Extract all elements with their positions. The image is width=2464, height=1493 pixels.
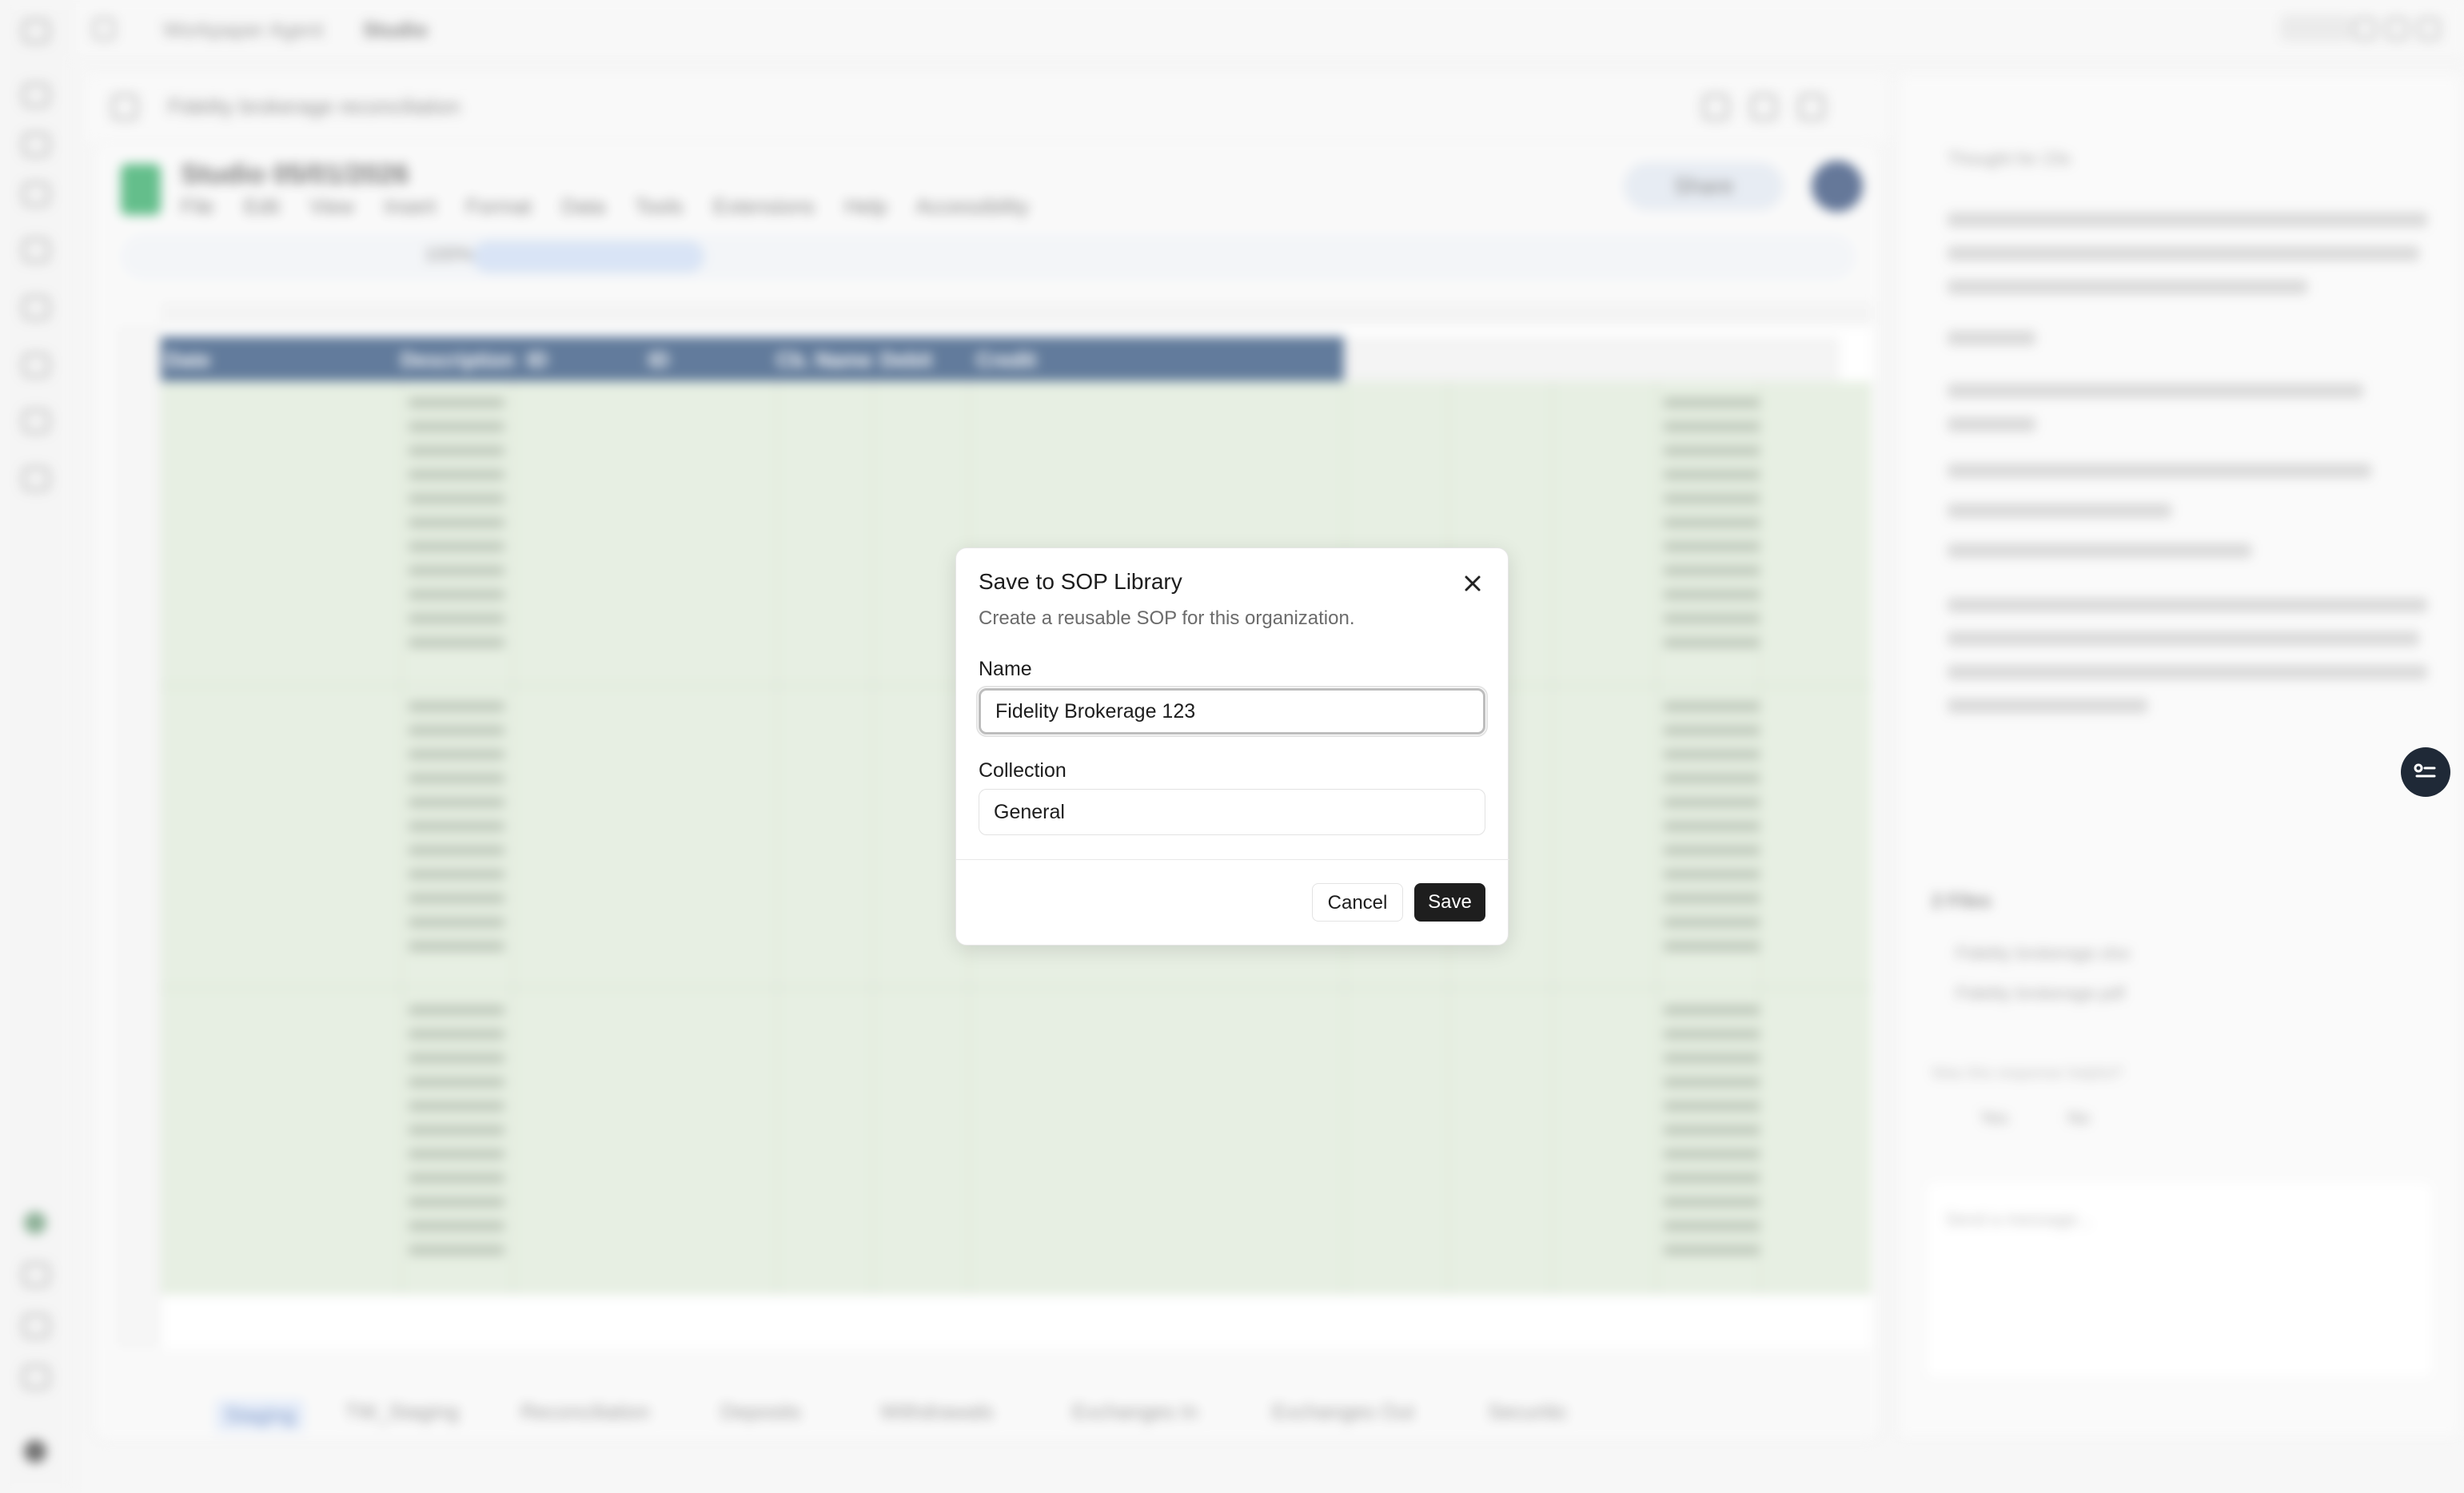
- save-button[interactable]: Save: [1414, 883, 1485, 922]
- name-label: Name: [979, 658, 1032, 680]
- close-button[interactable]: [1458, 569, 1487, 598]
- save-sop-dialog: Save to SOP Library Create a reusable SO…: [955, 547, 1509, 946]
- collection-value: General: [994, 800, 1065, 823]
- close-icon: [1465, 575, 1481, 591]
- cancel-button[interactable]: Cancel: [1312, 883, 1403, 922]
- collection-label: Collection: [979, 759, 1067, 782]
- floating-action-button[interactable]: [2401, 747, 2450, 797]
- dialog-divider: [956, 859, 1509, 860]
- dialog-title: Save to SOP Library: [979, 569, 1182, 594]
- list-icon: [2414, 763, 2436, 778]
- dialog-subtitle: Create a reusable SOP for this organizat…: [979, 607, 1355, 629]
- name-input[interactable]: [976, 686, 1488, 737]
- collection-select[interactable]: General: [979, 789, 1485, 835]
- app-root: Workpaper Agent Studio Fidelity brokerag…: [0, 0, 2464, 1493]
